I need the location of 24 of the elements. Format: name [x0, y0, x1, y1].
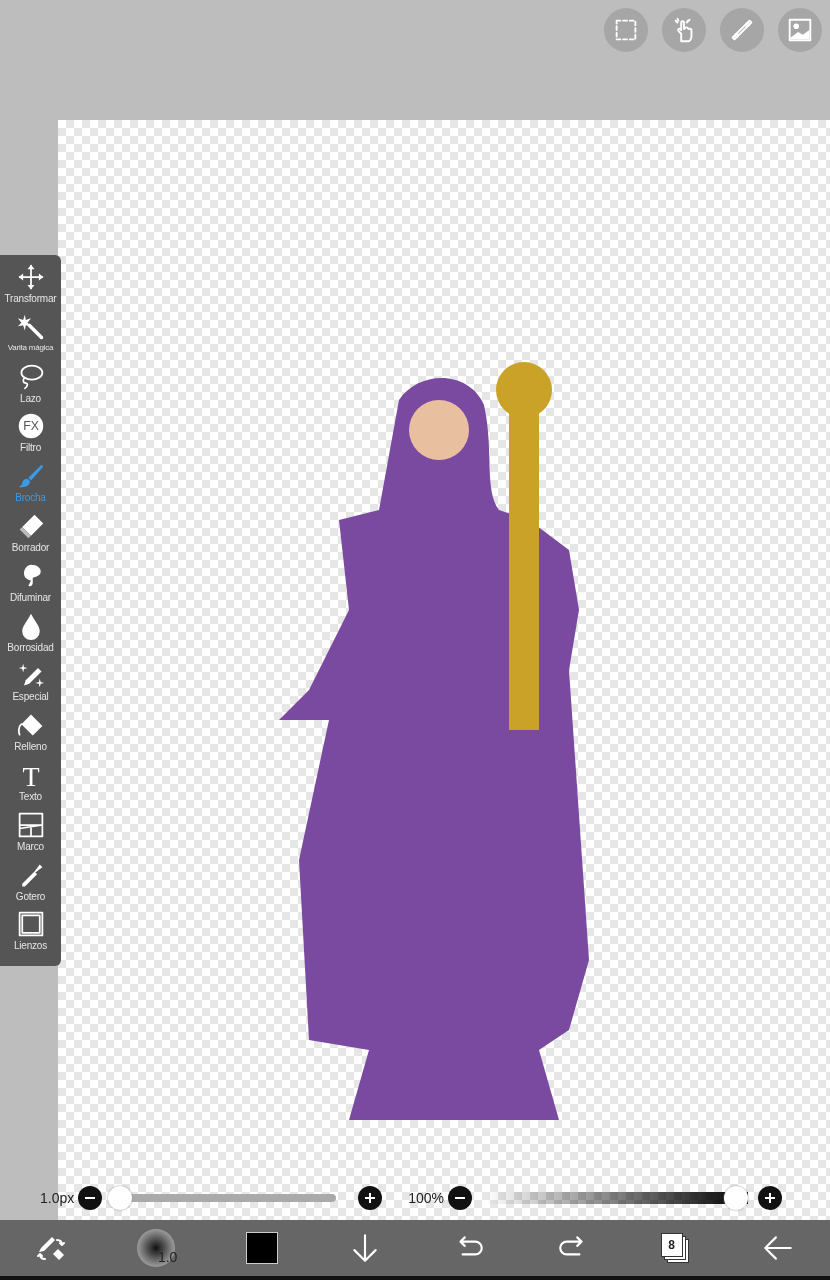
- brush-size-reading: 1.0px: [40, 1190, 75, 1206]
- text-icon: T: [16, 760, 45, 789]
- tool-button[interactable]: Lienzos: [0, 910, 61, 961]
- tool-button[interactable]: Gotero: [0, 860, 61, 911]
- brush-preview-button[interactable]: 1.0: [137, 1229, 176, 1267]
- frame-icon: [16, 810, 45, 839]
- color-swatch[interactable]: [245, 1232, 278, 1264]
- tool-button[interactable]: FX Filtro: [0, 412, 61, 463]
- tool-button[interactable]: Borrador: [0, 512, 61, 562]
- tool-button[interactable]: Difuminar: [0, 561, 61, 612]
- tool-button[interactable]: Lazo: [0, 362, 61, 413]
- tool-button[interactable]: T Texto: [0, 760, 61, 811]
- opacity-reading: 100%: [408, 1190, 445, 1206]
- tool-button[interactable]: Borrosidad: [0, 611, 61, 662]
- tool-button[interactable]: Varita mágica: [0, 312, 61, 363]
- tool-button[interactable]: Transformar: [0, 263, 61, 313]
- tool-button[interactable]: Especial: [0, 661, 61, 712]
- move-icon: [16, 263, 45, 291]
- tool-button[interactable]: Relleno: [0, 711, 61, 761]
- plus-icon: [364, 1192, 377, 1204]
- canvas-icon: [16, 910, 45, 939]
- fx-icon: FX: [16, 412, 45, 441]
- tool-button[interactable]: Marco: [0, 810, 61, 861]
- plus-icon: [764, 1192, 777, 1204]
